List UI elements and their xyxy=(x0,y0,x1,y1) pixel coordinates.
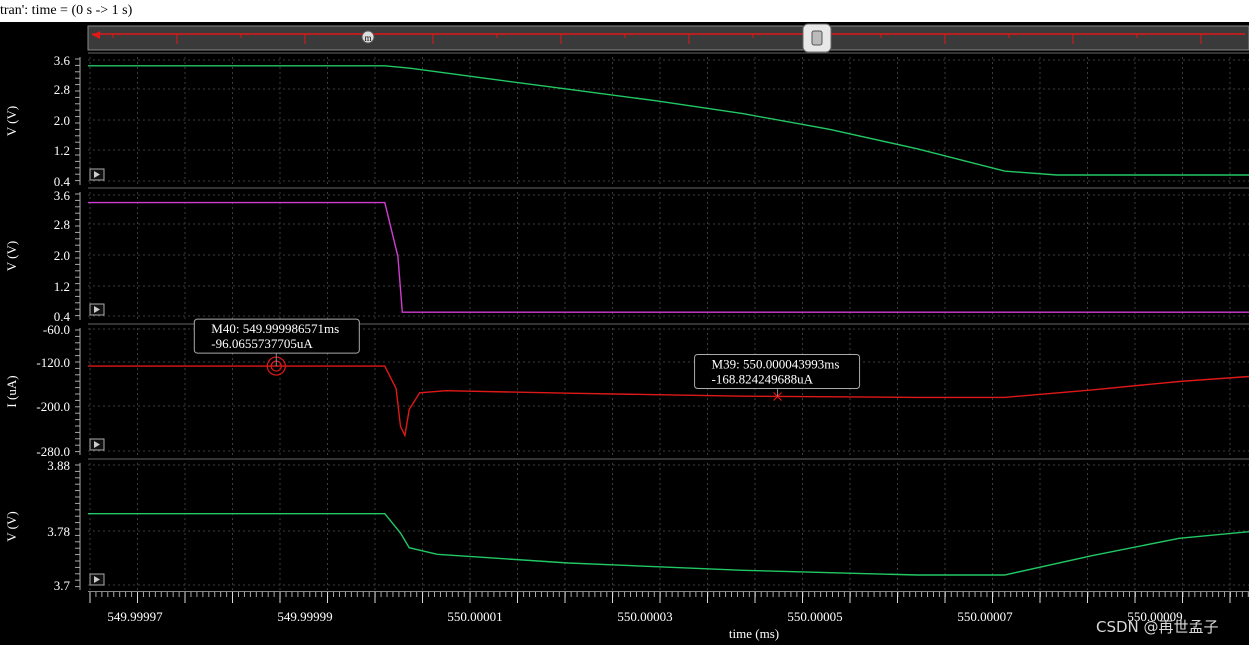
y-tick-label: 2.0 xyxy=(54,113,70,128)
panel-4[interactable]: 3.88 3.78 3.7 V (V) xyxy=(4,458,1249,593)
x-axis-label: time (ms) xyxy=(729,626,779,641)
expand-panel-icon[interactable] xyxy=(89,168,105,181)
y-tick-label: 3.78 xyxy=(47,524,70,539)
marker-x-readout: M39: 550.000043993ms xyxy=(712,357,840,372)
expand-panel-icon[interactable] xyxy=(89,303,105,316)
y-axis-label: V (V) xyxy=(4,511,19,541)
x-tick-label: 549.99999 xyxy=(277,609,332,624)
slider-handle-icon[interactable] xyxy=(802,23,832,53)
series-line xyxy=(88,513,1249,576)
expand-panel-icon[interactable] xyxy=(89,438,105,451)
panel-1[interactable]: 3.6 2.8 2.0 1.2 0.4 V (V) xyxy=(4,52,1249,189)
x-tick-label: 550.00007 xyxy=(957,609,1013,624)
y-tick-label: 3.7 xyxy=(54,578,71,593)
y-tick-label: 2.8 xyxy=(54,217,70,232)
y-axis-label: V (V) xyxy=(4,106,19,136)
y-tick-label: 3.6 xyxy=(54,53,71,68)
watermark: CSDN @再世孟子 xyxy=(1096,618,1219,636)
marker-y-readout: -96.0655737705uA xyxy=(211,336,313,351)
x-tick-label: 550.00005 xyxy=(787,609,842,624)
y-tick-label: -60.0 xyxy=(43,322,70,337)
y-tick-label: 2.8 xyxy=(54,82,70,97)
waveform-plot[interactable]: m 3.62.82.01.20.4V (V)3.62.82.01.20.4V (… xyxy=(0,0,1249,645)
y-axis-label: I (uA) xyxy=(4,375,19,407)
x-axis: 549.99997 549.99999 550.00001 550.00003 550.… xyxy=(89,592,1249,624)
y-tick-label: 1.2 xyxy=(54,279,70,294)
marker-x-readout: M40: 549.999986571ms xyxy=(211,321,339,336)
x-tick-label: 550.00003 xyxy=(617,609,672,624)
x-axis-line xyxy=(88,591,1249,592)
y-tick-label: -280.0 xyxy=(36,444,70,459)
marker-m-icon[interactable]: m xyxy=(361,30,375,44)
marker-y-readout: -168.824249688uA xyxy=(712,372,814,387)
marker-m39[interactable]: M39: 550.000043993ms-168.824249688uA xyxy=(694,354,861,401)
y-tick-label: 3.6 xyxy=(54,188,71,203)
y-tick-label: 2.0 xyxy=(54,248,70,263)
series-line xyxy=(88,201,1249,313)
y-tick-label: 0.4 xyxy=(54,174,71,189)
navigator-background xyxy=(87,25,1249,51)
y-tick-label: -200.0 xyxy=(36,399,70,414)
navigator-strip[interactable]: m xyxy=(87,23,1249,53)
x-tick-label: 549.99997 xyxy=(107,609,163,624)
panel-3[interactable]: -60.0 -120.0 -200.0 -280.0 I (uA) M39: 550.00… xyxy=(4,318,1249,459)
series-line xyxy=(88,365,1249,438)
y-tick-label: -120.0 xyxy=(36,355,70,370)
y-tick-label: 3.88 xyxy=(47,458,70,473)
panel-2[interactable]: 3.62.82.01.20.4V (V) xyxy=(4,187,1249,324)
expand-panel-icon[interactable] xyxy=(89,573,105,586)
y-tick-label: 1.2 xyxy=(54,143,70,158)
x-tick-label: 550.00001 xyxy=(447,609,502,624)
y-axis-label: V (V) xyxy=(4,241,19,271)
marker-m-label: m xyxy=(364,33,371,43)
